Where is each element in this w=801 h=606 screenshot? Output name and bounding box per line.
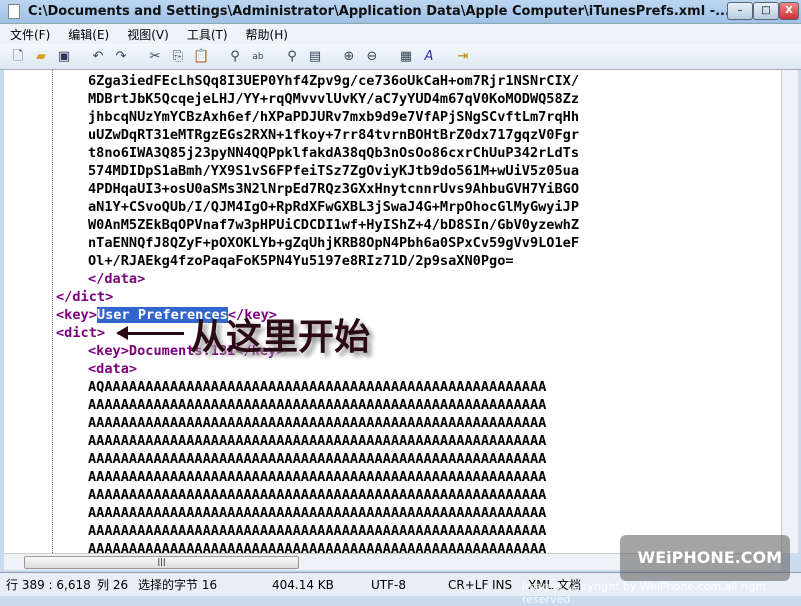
status-encoding: UTF-8: [371, 577, 406, 592]
code-token: <dict>: [56, 325, 106, 341]
text-editor[interactable]: 6Zga3iedFEcLhSQq8I3UEP0Yhf4Zpv9g/ce736oU…: [4, 70, 781, 553]
cut-icon[interactable]: ✂: [147, 49, 163, 65]
exit-icon[interactable]: ⇥: [455, 49, 471, 65]
code-line: jhbcqNUzYmYCBzAxh6ef/hXPaPDJURv7mxb9d9e7…: [4, 108, 579, 126]
save-icon[interactable]: ▣: [56, 49, 72, 65]
code-token: AAAAAAAAAAAAAAAAAAAAAAAAAAAAAAAAAAAAAAAA…: [88, 433, 547, 449]
code-line: AAAAAAAAAAAAAAAAAAAAAAAAAAAAAAAAAAAAAAAA…: [4, 468, 579, 486]
code-token: </data>: [88, 271, 146, 287]
paste-icon[interactable]: 📋: [193, 49, 209, 65]
code-line: AAAAAAAAAAAAAAAAAAAAAAAAAAAAAAAAAAAAAAAA…: [4, 522, 579, 540]
new-icon[interactable]: 🗋: [10, 49, 26, 65]
code-line: AAAAAAAAAAAAAAAAAAAAAAAAAAAAAAAAAAAAAAAA…: [4, 396, 579, 414]
code-line: nTaENNQfJ8QZyF+pOXOKLYb+gZqUhjKRB8OpN4Pb…: [4, 234, 579, 252]
status-size: 404.14 KB: [272, 577, 334, 592]
code-token: jhbcqNUzYmYCBzAxh6ef/hXPaPDJURv7mxb9d9e7…: [88, 109, 580, 125]
weiphone-watermark: WEiPHONE.COM: [620, 535, 790, 581]
insert-icon[interactable]: ▤: [307, 49, 323, 65]
code-line: 4PDHqaUI3+osU0aSMs3N2lNrpEd7RQz3GXxHnytc…: [4, 180, 579, 198]
document-icon: [8, 4, 20, 19]
code-token: AAAAAAAAAAAAAAAAAAAAAAAAAAAAAAAAAAAAAAAA…: [88, 397, 547, 413]
code-line: </data>: [4, 270, 579, 288]
code-line: W0AnM5ZEkBqOPVnaf7w3pHPUiCDCDI1wf+HyIShZ…: [4, 216, 579, 234]
code-token: AAAAAAAAAAAAAAAAAAAAAAAAAAAAAAAAAAAAAAAA…: [88, 451, 547, 467]
code-line: <data>: [4, 360, 579, 378]
title-bar: C:\Documents and Settings\Administrator\…: [0, 0, 801, 24]
menu-bar: 文件(F) 编辑(E) 视图(V) 工具(T) 帮助(H): [0, 24, 801, 44]
vertical-scrollbar[interactable]: [781, 70, 798, 553]
code-line: AAAAAAAAAAAAAAAAAAAAAAAAAAAAAAAAAAAAAAAA…: [4, 486, 579, 504]
view-icon[interactable]: ▦: [398, 49, 414, 65]
goto-icon[interactable]: ⚲: [284, 49, 300, 65]
code-token: W0AnM5ZEkBqOPVnaf7w3pHPUiCDCDI1wf+HyIShZ…: [88, 217, 580, 233]
menu-help[interactable]: 帮助(H): [236, 26, 296, 43]
code-token: <data>: [88, 361, 138, 377]
menu-file[interactable]: 文件(F): [0, 26, 58, 43]
code-token: t8no6IWA3Q85j23pyNN4QQPpklfakdA38qQb3nOs…: [88, 145, 580, 161]
code-line: AAAAAAAAAAAAAAAAAAAAAAAAAAAAAAAAAAAAAAAA…: [4, 432, 579, 450]
code-line: MDBrtJbK5QcqejeLHJ/YY+rqQMvvvlUvKY/aC7yY…: [4, 90, 579, 108]
status-line-ending: CR+LF: [448, 577, 489, 592]
code-token: 6Zga3iedFEcLhSQq8I3UEP0Yhf4Zpv9g/ce736oU…: [88, 73, 580, 89]
window-title: C:\Documents and Settings\Administrator\…: [28, 4, 730, 19]
undo-icon[interactable]: ↶: [90, 49, 106, 65]
zoom-out-icon[interactable]: ⊖: [364, 49, 380, 65]
code-token: AAAAAAAAAAAAAAAAAAAAAAAAAAAAAAAAAAAAAAAA…: [88, 469, 547, 485]
scroll-thumb[interactable]: |||: [24, 556, 299, 569]
code-line: Ol+/RJAEkg4fzoPaqaFoK5PN4Yu5197e8RIz71D/…: [4, 252, 579, 270]
code-token: AAAAAAAAAAAAAAAAAAAAAAAAAAAAAAAAAAAAAAAA…: [88, 415, 547, 431]
code-line: aN1Y+CSvoQUb/I/QJM4IgO+RpRdXFwGXBL3jSwaJ…: [4, 198, 579, 216]
code-token: uUZwDqRT31eMTRgzEGs2RXN+1fkoy+7rr84tvrnB…: [88, 127, 580, 143]
status-selected: 选择的字节 16: [138, 578, 218, 592]
code-token: AAAAAAAAAAAAAAAAAAAAAAAAAAAAAAAAAAAAAAAA…: [88, 487, 547, 503]
close-button[interactable]: X: [779, 2, 799, 20]
code-token: AQAAAAAAAAAAAAAAAAAAAAAAAAAAAAAAAAAAAAAA…: [88, 379, 547, 395]
menu-tools[interactable]: 工具(T): [177, 26, 236, 43]
code-token: AAAAAAAAAAAAAAAAAAAAAAAAAAAAAAAAAAAAAAAA…: [88, 541, 547, 553]
replace-icon[interactable]: ab: [250, 49, 266, 65]
code-line: t8no6IWA3Q85j23pyNN4QQPpklfakdA38qQb3nOs…: [4, 144, 579, 162]
code-token: </dict>: [56, 289, 114, 305]
font-icon[interactable]: A: [421, 49, 437, 65]
menu-view[interactable]: 视图(V): [117, 26, 177, 43]
code-token: AAAAAAAAAAAAAAAAAAAAAAAAAAAAAAAAAAAAAAAA…: [88, 523, 547, 539]
code-token: <key>: [56, 307, 97, 323]
code-line: AAAAAAAAAAAAAAAAAAAAAAAAAAAAAAAAAAAAAAAA…: [4, 504, 579, 522]
code-token: Ol+/RJAEkg4fzoPaqaFoK5PN4Yu5197e8RIz71D/…: [88, 253, 514, 269]
code-line: 574MDIDpS1aBmh/YX9S1vS6FPfeiTSz7ZgOviyKJ…: [4, 162, 579, 180]
status-column: 列 26: [97, 578, 129, 592]
code-line: </dict>: [4, 288, 579, 306]
code-token: MDBrtJbK5QcqejeLHJ/YY+rqQMvvvlUvKY/aC7yY…: [88, 91, 580, 107]
code-line: AAAAAAAAAAAAAAAAAAAAAAAAAAAAAAAAAAAAAAAA…: [4, 414, 579, 432]
code-line: 6Zga3iedFEcLhSQq8I3UEP0Yhf4Zpv9g/ce736oU…: [4, 72, 579, 90]
code-token: aN1Y+CSvoQUb/I/QJM4IgO+RpRdXFwGXBL3jSwaJ…: [88, 199, 580, 215]
copyright-watermark: Images Copyright by WeiPhone.com,all rig…: [522, 580, 767, 606]
code-line: AAAAAAAAAAAAAAAAAAAAAAAAAAAAAAAAAAAAAAAA…: [4, 540, 579, 553]
arrow-annotation: [116, 326, 184, 340]
status-position: 行 389 : 6,618: [6, 578, 91, 592]
code-line: AAAAAAAAAAAAAAAAAAAAAAAAAAAAAAAAAAAAAAAA…: [4, 450, 579, 468]
code-token: 4PDHqaUI3+osU0aSMs3N2lNrpEd7RQz3GXxHnytc…: [88, 181, 580, 197]
code-line: uUZwDqRT31eMTRgzEGs2RXN+1fkoy+7rr84tvrnB…: [4, 126, 579, 144]
annotation-text: 从这里开始: [190, 317, 371, 358]
open-icon[interactable]: ▰: [33, 49, 49, 65]
menu-edit[interactable]: 编辑(E): [58, 26, 117, 43]
toolbar: 🗋 ▰ ▣ ↶ ↷ ✂ ⎘ 📋 ⚲ ab ⚲ ▤ ⊕ ⊖ ▦ A ⇥: [0, 44, 801, 70]
redo-icon[interactable]: ↷: [113, 49, 129, 65]
status-mode: INS: [492, 577, 513, 592]
code-line: AQAAAAAAAAAAAAAAAAAAAAAAAAAAAAAAAAAAAAAA…: [4, 378, 579, 396]
find-icon[interactable]: ⚲: [227, 49, 243, 65]
code-token: AAAAAAAAAAAAAAAAAAAAAAAAAAAAAAAAAAAAAAAA…: [88, 505, 547, 521]
minimize-button[interactable]: –: [727, 2, 753, 20]
code-token: nTaENNQfJ8QZyF+pOXOKLYb+gZqUhjKRB8OpN4Pb…: [88, 235, 580, 251]
code-token: 574MDIDpS1aBmh/YX9S1vS6FPfeiTSz7ZgOviyKJ…: [88, 163, 580, 179]
maximize-button[interactable]: □: [753, 2, 779, 20]
copy-icon[interactable]: ⎘: [170, 49, 186, 65]
zoom-in-icon[interactable]: ⊕: [341, 49, 357, 65]
